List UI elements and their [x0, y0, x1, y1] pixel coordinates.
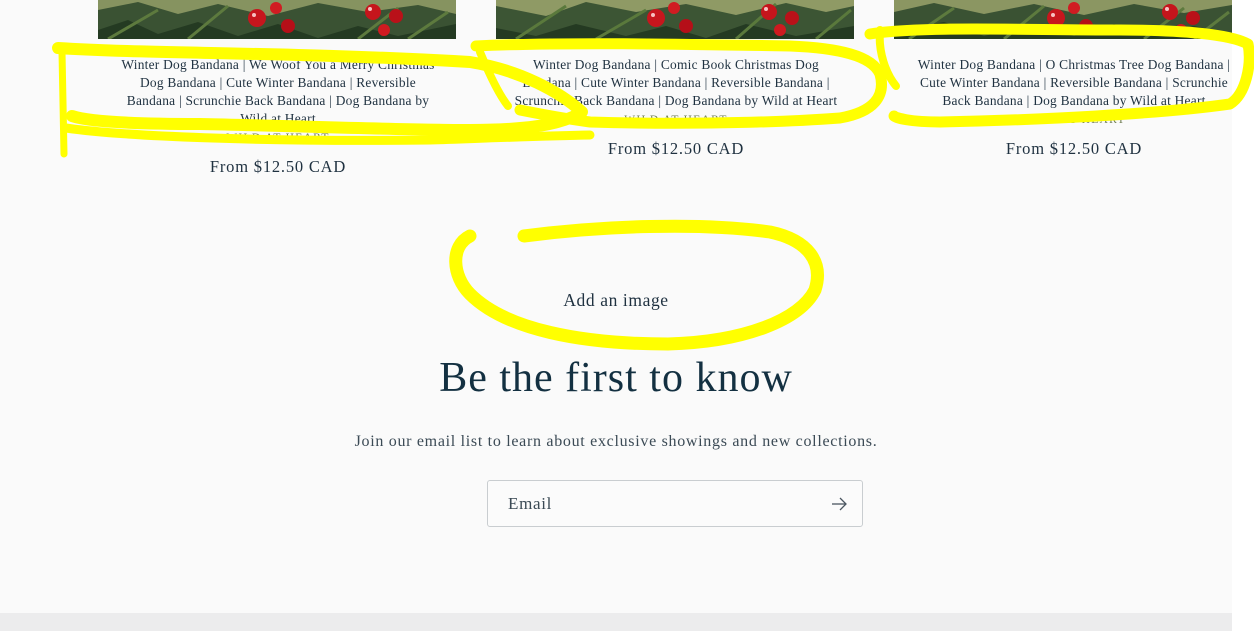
product-title-line: Bandana | Cute Winter Bandana | Reversib… [522, 75, 830, 90]
product-vendor: WILD AT HEART [624, 114, 728, 126]
product-image[interactable] [894, 0, 1232, 39]
product-title[interactable]: Winter Dog Bandana | Comic Book Christma… [484, 56, 868, 110]
product-title-line: Scrunchie Back Bandana | Dog Bandana by … [514, 93, 838, 108]
product-vendor: WILD AT HEART [1022, 114, 1126, 126]
product-title-line: Dog Bandana | Cute Winter Bandana | Reve… [139, 75, 416, 90]
product-title-line: Cute Winter Bandana | Reversible Bandana… [920, 75, 1228, 90]
product-price: From $12.50 CAD [607, 139, 745, 158]
product-vendor: WILD AT HEART [226, 132, 330, 144]
subscribe-button[interactable] [824, 489, 854, 519]
email-field[interactable] [487, 480, 863, 527]
product-title-line: Winter Dog Bandana | We Woof You a Merry… [121, 57, 435, 72]
product-price: From $12.50 CAD [1005, 139, 1143, 158]
product-image[interactable] [496, 0, 854, 39]
product-price: From $12.50 CAD [209, 157, 347, 176]
email-input[interactable] [508, 481, 808, 526]
newsletter-heading: Be the first to know [439, 355, 793, 401]
product-title[interactable]: Winter Dog Bandana | O Christmas Tree Do… [882, 56, 1232, 110]
product-title-line: Winter Dog Bandana | O Christmas Tree Do… [917, 57, 1231, 72]
product-title-line: Bandana | Scrunchie Back Bandana | Dog B… [126, 93, 430, 108]
footer-band [0, 613, 1232, 631]
product-title[interactable]: Winter Dog Bandana | We Woof You a Merry… [86, 56, 470, 128]
arrow-right-icon [832, 497, 847, 511]
product-title-line: Wild at Heart [240, 111, 316, 126]
product-image[interactable] [98, 0, 456, 39]
product-title-line: Winter Dog Bandana | Comic Book Christma… [532, 57, 819, 72]
scrollbar-gutter [1232, 0, 1254, 631]
newsletter-subtext: Join our email list to learn about exclu… [354, 433, 878, 450]
image-placeholder-label[interactable]: Add an image [0, 290, 1232, 311]
product-title-line: Back Bandana | Dog Bandana by Wild at He… [942, 93, 1206, 108]
